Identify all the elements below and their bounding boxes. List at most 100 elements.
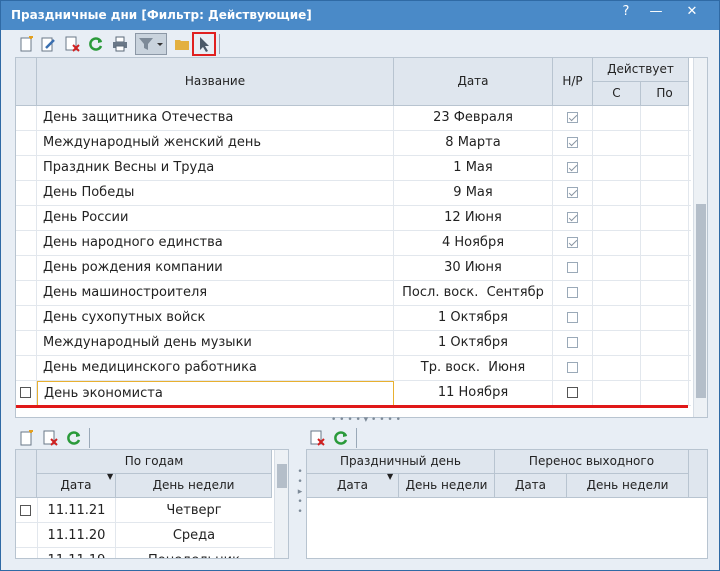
holiday-name: Международный женский день — [37, 131, 394, 156]
minimize-button[interactable]: — — [641, 1, 671, 25]
main-toolbar — [11, 32, 711, 56]
table-row[interactable]: 11.11.21 Четверг — [16, 498, 272, 523]
refresh-icon[interactable] — [85, 33, 107, 55]
table-row[interactable]: 11.11.20 Среда — [16, 523, 272, 548]
holiday-date: 1 Октября — [394, 306, 553, 331]
holiday-name: День защитника Отечества — [37, 106, 394, 131]
holiday-date: Тр. воск. Июня — [394, 356, 553, 381]
table-row[interactable]: День медицинского работника Тр. воск. Ию… — [16, 356, 691, 381]
col-date-header[interactable]: Дата ▼ — [37, 472, 116, 498]
holiday-group-header: Праздничный день — [307, 450, 495, 474]
np-checkbox[interactable] — [567, 212, 578, 223]
edit-icon[interactable] — [37, 33, 59, 55]
header-filler — [689, 450, 707, 498]
np-checkbox[interactable] — [567, 312, 578, 323]
refresh-icon[interactable] — [63, 427, 85, 449]
col-date-label: Дата — [60, 478, 92, 492]
table-row[interactable]: Международный день музыки 1 Октября — [16, 331, 691, 356]
col-date-header[interactable]: Дата ▼ — [307, 472, 399, 498]
col-transfer-date-header[interactable]: Дата — [495, 474, 567, 498]
vertical-splitter-handle[interactable]: • • ▸ • • — [296, 467, 304, 517]
holiday-name: Праздник Весны и Труда — [37, 156, 394, 181]
holiday-name: Международный день музыки — [37, 331, 394, 356]
table-row[interactable]: День сухопутных войск 1 Октября — [16, 306, 691, 331]
np-checkbox[interactable] — [567, 112, 578, 123]
row-select-checkbox[interactable] — [20, 387, 31, 398]
holiday-date: 23 Февраля — [394, 106, 553, 131]
scrollbar-thumb[interactable] — [277, 464, 287, 488]
np-checkbox[interactable] — [567, 137, 578, 148]
sort-desc-icon: ▼ — [107, 472, 114, 481]
col-to-header[interactable]: По — [641, 82, 689, 106]
holiday-date: 12 Июня — [394, 206, 553, 231]
year-date: 11.11.21 — [37, 498, 116, 523]
by-years-header: По годам — [37, 450, 272, 474]
col-np-header[interactable]: Н/Р — [553, 58, 593, 106]
col-from-header[interactable]: С — [593, 82, 641, 106]
folder-icon[interactable] — [171, 33, 193, 55]
holiday-name: День России — [37, 206, 394, 231]
holidays-grid: Название Дата Н/Р Действует С По День за… — [15, 57, 708, 418]
col-weekday-header[interactable]: День недели — [116, 474, 272, 498]
print-icon[interactable] — [109, 33, 131, 55]
vertical-scrollbar[interactable] — [274, 450, 288, 558]
toolbar-separator — [89, 428, 90, 448]
np-checkbox[interactable] — [567, 337, 578, 348]
table-row[interactable]: День защитника Отечества 23 Февраля — [16, 106, 691, 131]
table-row[interactable]: Международный женский день 8 Марта — [16, 131, 691, 156]
holiday-date: 11 Ноября — [394, 381, 553, 406]
holiday-date: 1 Мая — [394, 156, 553, 181]
filter-icon[interactable] — [135, 33, 167, 55]
holiday-date: 1 Октября — [394, 331, 553, 356]
col-transfer-weekday-header[interactable]: День недели — [567, 474, 689, 498]
row-marker-header — [16, 450, 37, 498]
col-name-header[interactable]: Название — [37, 58, 394, 106]
row-select-checkbox[interactable] — [20, 505, 31, 516]
delete-icon[interactable] — [39, 427, 61, 449]
years-toolbar — [15, 427, 105, 449]
holiday-name[interactable]: День экономиста — [37, 381, 394, 406]
table-row[interactable]: 11.11.19 Понедельник — [16, 548, 272, 558]
new-icon[interactable] — [15, 427, 37, 449]
year-date: 11.11.19 — [37, 548, 116, 558]
new-icon[interactable] — [15, 33, 37, 55]
np-checkbox[interactable] — [567, 187, 578, 198]
table-row[interactable]: День машиностроителя Посл. воск. Сентябр — [16, 281, 691, 306]
np-checkbox[interactable] — [567, 162, 578, 173]
table-row[interactable]: День народного единства 4 Ноября — [16, 231, 691, 256]
table-row-selected[interactable]: День экономиста 11 Ноября — [16, 381, 691, 406]
table-row[interactable]: День рождения компании 30 Июня — [16, 256, 691, 281]
col-date-header[interactable]: Дата — [394, 58, 553, 106]
table-row[interactable]: День России 12 Июня — [16, 206, 691, 231]
np-checkbox[interactable] — [567, 237, 578, 248]
years-grid: По годам Дата ▼ День недели 11.11.21 Чет… — [15, 449, 289, 559]
np-checkbox[interactable] — [567, 387, 578, 398]
holiday-name: День медицинского работника — [37, 356, 394, 381]
vertical-scrollbar[interactable] — [693, 58, 707, 417]
holiday-name: День Победы — [37, 181, 394, 206]
np-checkbox[interactable] — [567, 287, 578, 298]
year-weekday: Понедельник — [116, 548, 272, 558]
holiday-date: Посл. воск. Сентябр — [394, 281, 553, 306]
insert-marker-line — [16, 405, 688, 408]
np-checkbox[interactable] — [567, 362, 578, 373]
close-button[interactable]: ✕ — [677, 1, 707, 25]
title-bar[interactable]: Праздничные дни [Фильтр: Действующие] ? … — [1, 1, 719, 30]
help-button[interactable]: ? — [611, 1, 641, 25]
cursor-icon[interactable] — [192, 32, 216, 56]
holiday-date: 4 Ноября — [394, 231, 553, 256]
table-row[interactable]: День Победы 9 Мая — [16, 181, 691, 206]
horizontal-splitter-handle[interactable]: • • • • ▾ • • • • — [331, 416, 401, 425]
delete-icon[interactable] — [61, 33, 83, 55]
table-row[interactable]: Праздник Весны и Труда 1 Мая — [16, 156, 691, 181]
sort-desc-icon: ▼ — [387, 472, 394, 481]
window-title: Праздничные дни [Фильтр: Действующие] — [11, 8, 312, 22]
holiday-name: День сухопутных войск — [37, 306, 394, 331]
delete-icon[interactable] — [306, 427, 328, 449]
col-weekday-header[interactable]: День недели — [399, 474, 495, 498]
np-checkbox[interactable] — [567, 262, 578, 273]
holiday-name: День рождения компании — [37, 256, 394, 281]
refresh-icon[interactable] — [330, 427, 352, 449]
year-date: 11.11.20 — [37, 523, 116, 548]
scrollbar-thumb[interactable] — [696, 204, 706, 398]
